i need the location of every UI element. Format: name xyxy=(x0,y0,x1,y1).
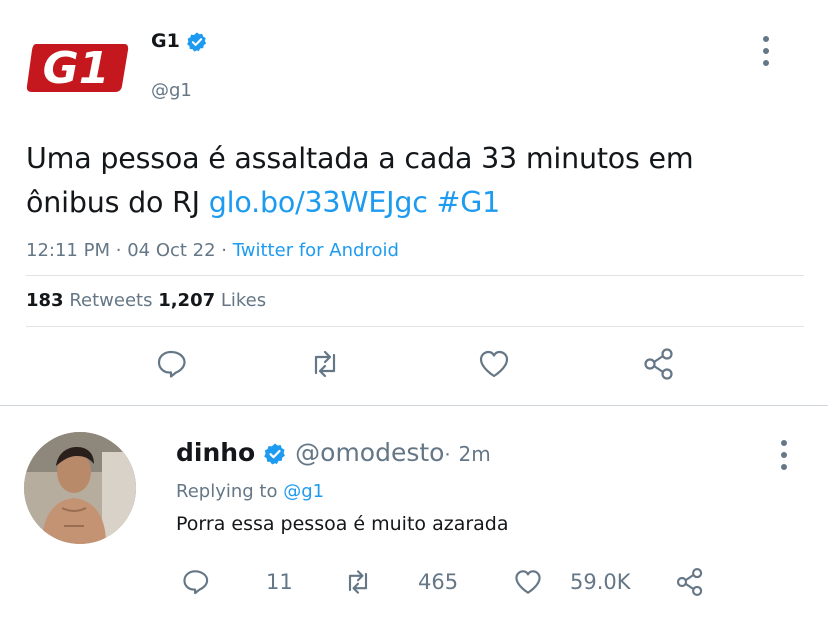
retweet-icon[interactable] xyxy=(342,566,374,598)
retweet-icon[interactable] xyxy=(307,346,343,382)
g1-logo[interactable]: G1 xyxy=(26,38,130,94)
divider xyxy=(26,275,804,276)
meta-dot: · xyxy=(221,240,228,261)
tweet-meta: 12:11 PM · 04 Oct 22 · Twitter for Andro… xyxy=(26,240,399,261)
retweets-count[interactable]: 183 xyxy=(26,290,64,311)
reply-text: Porra essa pessoa é muito azarada xyxy=(176,513,509,535)
more-vertical-icon[interactable] xyxy=(774,438,794,472)
share-icon[interactable] xyxy=(674,566,706,598)
author-name[interactable]: G1 xyxy=(151,30,208,53)
meta-dot: · xyxy=(115,240,122,261)
reply-author-handle[interactable]: @omodesto xyxy=(295,438,444,467)
replying-prefix: Replying to xyxy=(176,481,278,502)
retweets-label[interactable]: Retweets xyxy=(69,290,152,311)
tweet-time: 12:11 PM xyxy=(26,240,110,261)
share-icon[interactable] xyxy=(641,346,677,382)
like-icon[interactable] xyxy=(512,566,544,598)
reply-icon[interactable] xyxy=(154,346,190,382)
tweet-stats: 183 Retweets 1,207 Likes xyxy=(26,290,266,311)
verified-badge-icon xyxy=(263,442,287,466)
likes-label[interactable]: Likes xyxy=(221,290,266,311)
likes-count[interactable]: 1,207 xyxy=(158,290,215,311)
more-vertical-icon[interactable] xyxy=(756,34,776,68)
like-icon[interactable] xyxy=(476,346,512,382)
meta-dot: · xyxy=(444,444,451,466)
author-handle[interactable]: @g1 xyxy=(151,80,192,101)
tweet-date: 04 Oct 22 xyxy=(127,240,216,261)
verified-badge-icon xyxy=(186,31,208,53)
section-divider xyxy=(0,405,828,406)
replying-handle[interactable]: @g1 xyxy=(283,481,324,502)
author-name-text[interactable]: G1 xyxy=(151,30,180,52)
like-count: 59.0K xyxy=(570,570,631,594)
reply-icon[interactable] xyxy=(180,566,212,598)
tweet-hashtag[interactable]: #G1 xyxy=(437,186,501,219)
reply-author-name[interactable]: dinho xyxy=(176,438,255,467)
tweet-source[interactable]: Twitter for Android xyxy=(233,240,399,261)
reply-time: 2m xyxy=(458,442,491,466)
replying-to: Replying to @g1 xyxy=(176,481,324,502)
svg-text:G1: G1 xyxy=(43,43,110,92)
avatar[interactable] xyxy=(24,432,136,544)
reply-header: dinho @omodesto· 2m xyxy=(176,438,491,467)
tweet-link[interactable]: glo.bo/33WEJgc xyxy=(209,186,428,219)
retweet-count: 465 xyxy=(418,570,459,594)
reply-count: 11 xyxy=(266,570,293,594)
divider xyxy=(26,326,804,327)
tweet-text: Uma pessoa é assaltada a cada 33 minutos… xyxy=(26,137,796,225)
